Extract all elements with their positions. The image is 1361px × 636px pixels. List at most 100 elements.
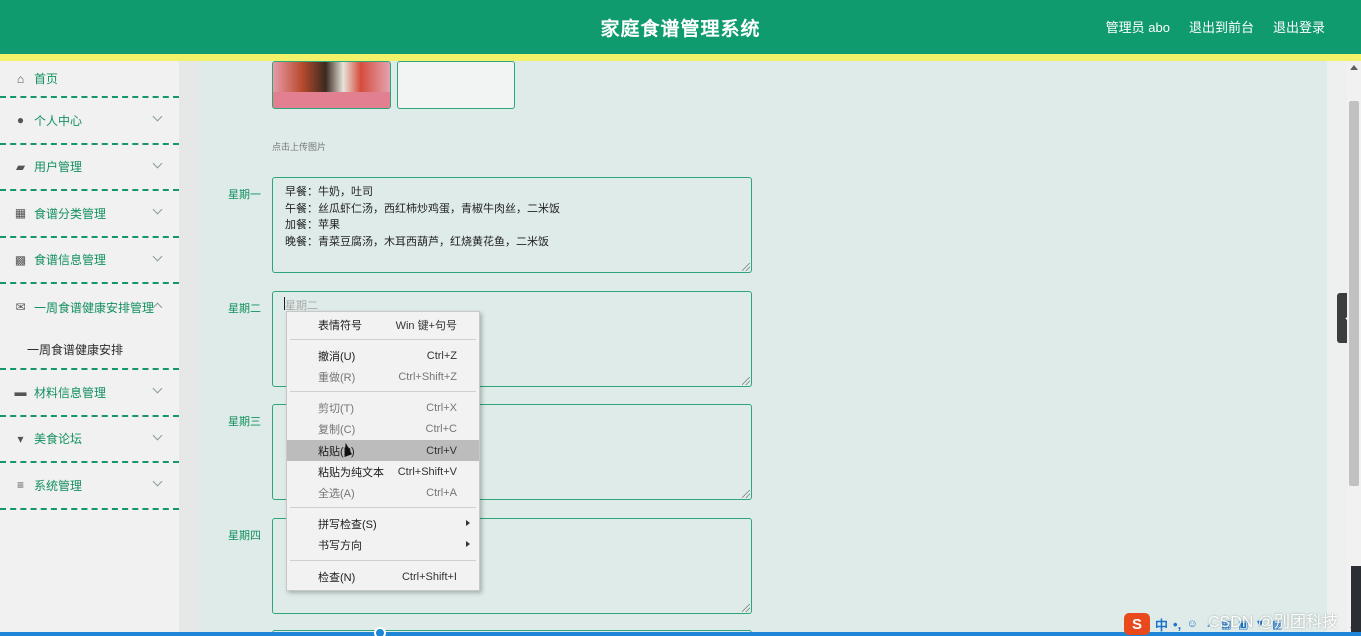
menu-item-label: 剪切(T): [318, 402, 355, 415]
menu-item-label: 复制(C): [318, 423, 356, 436]
submenu-arrow-icon: [466, 541, 470, 547]
menu-item-label: 检查(N): [318, 571, 356, 584]
menu-item-shortcut: Ctrl+C: [425, 422, 457, 435]
resize-handle[interactable]: [742, 490, 750, 498]
menu-item-shortcut: Win 键+句号: [395, 319, 457, 332]
sidebar-item-label: 个人中心: [34, 113, 83, 128]
sidebar-item-recipe-info[interactable]: ▩ 食谱信息管理: [0, 238, 179, 284]
menu-item-shortcut: Ctrl+A: [426, 486, 457, 499]
resize-handle[interactable]: [742, 604, 750, 612]
sidebar-item-label: 材料信息管理: [34, 385, 107, 400]
menu-item-label: 表情符号: [318, 319, 362, 332]
menu-item-shortcut: Ctrl+Shift+I: [401, 570, 457, 583]
menu-item-paste-plain[interactable]: 粘贴为纯文本 Ctrl+Shift+V: [287, 461, 479, 482]
menu-item-label: 书写方向: [318, 539, 362, 552]
text-caret: [284, 297, 285, 310]
upload-hint[interactable]: 点击上传图片: [272, 140, 326, 153]
sidebar-item-home[interactable]: ⌂ 首页: [0, 61, 179, 98]
monday-line: 早餐：牛奶，吐司: [285, 186, 373, 198]
menu-item-undo[interactable]: 撤消(U) Ctrl+Z: [287, 345, 479, 366]
menu-item-label: 撤消(U): [318, 350, 356, 363]
slider-handle[interactable]: [374, 627, 386, 636]
admin-user-link[interactable]: 管理员 abo: [1106, 17, 1170, 36]
user-icon: ●: [16, 113, 25, 128]
menu-separator: [290, 507, 476, 508]
day-label-tuesday: 星期二: [228, 303, 261, 315]
menu-item-redo[interactable]: 重做(R) Ctrl+Shift+Z: [287, 366, 479, 387]
chevron-down-icon: [152, 204, 163, 215]
chevron-down-icon: [152, 251, 163, 261]
ime-mode-toggle[interactable]: 中: [1155, 615, 1168, 634]
sidebar-subitem-weekly-plan[interactable]: 一周食谱健康安排: [0, 330, 179, 370]
resize-handle[interactable]: [742, 377, 750, 385]
day-label-wednesday: 星期三: [228, 416, 261, 428]
header-accent-stripe: [0, 54, 1361, 61]
scrollbar-thumb[interactable]: [1349, 101, 1359, 486]
menu-item-shortcut: Ctrl+Z: [426, 349, 457, 362]
sidebar-item-materials[interactable]: ▬ 材料信息管理: [0, 370, 179, 417]
sogou-ime-logo[interactable]: S: [1124, 613, 1150, 635]
briefcase-icon: ▬: [14, 385, 27, 400]
upload-image-slot[interactable]: [397, 61, 515, 109]
sign-icon: ▾: [17, 431, 24, 446]
chevron-down-icon: [152, 383, 163, 394]
monday-textarea[interactable]: 早餐：牛奶，吐司 午餐：丝瓜虾仁汤，西红柿炒鸡蛋，青椒牛肉丝，二米饭 加餐：苹果…: [272, 177, 752, 273]
menu-item-emoji[interactable]: 表情符号 Win 键+句号: [287, 314, 479, 335]
page-scrollbar[interactable]: [1347, 61, 1361, 636]
menu-item-inspect[interactable]: 检查(N) Ctrl+Shift+I: [287, 566, 479, 587]
day-label-thursday: 星期四: [228, 530, 261, 542]
back-to-front-link[interactable]: 退出到前台: [1189, 17, 1254, 36]
main-gutter: [179, 61, 199, 636]
menu-item-shortcut: Ctrl+Shift+Z: [398, 370, 457, 383]
resize-handle[interactable]: [742, 263, 750, 271]
apps-icon: ▩: [14, 252, 27, 267]
sidebar-item-label: 一周食谱健康安排管理: [34, 300, 155, 315]
monday-content: 早餐：牛奶，吐司 午餐：丝瓜虾仁汤，西红柿炒鸡蛋，青椒牛肉丝，二米饭 加餐：苹果…: [285, 184, 560, 250]
uploaded-food-image[interactable]: [272, 61, 391, 109]
list-icon: ≡: [16, 478, 24, 493]
menu-item-label: 重做(R): [318, 371, 356, 384]
chevron-down-icon: [152, 476, 163, 487]
ime-punct-toggle[interactable]: •,: [1173, 617, 1181, 632]
chevron-down-icon: [152, 111, 163, 122]
taskbar-edge: [1351, 566, 1361, 636]
sidebar-item-users[interactable]: ▰ 用户管理: [0, 145, 179, 191]
menu-item-cut[interactable]: 剪切(T) Ctrl+X: [287, 397, 479, 418]
menu-item-paste[interactable]: 粘贴(P) Ctrl+V: [287, 440, 479, 461]
menu-item-shortcut: Ctrl+Shift+V: [397, 465, 457, 478]
menu-item-writing-direction[interactable]: 书写方向: [287, 534, 479, 555]
day-label-monday: 星期一: [228, 189, 261, 201]
chevron-up-icon: [152, 302, 163, 313]
menu-item-copy[interactable]: 复制(C) Ctrl+C: [287, 418, 479, 439]
logout-link[interactable]: 退出登录: [1273, 17, 1325, 36]
menu-separator: [290, 560, 476, 561]
chevron-down-icon: [152, 158, 163, 168]
monday-line: 加餐：苹果: [285, 219, 340, 231]
monday-line: 午餐：丝瓜虾仁汤，西红柿炒鸡蛋，青椒牛肉丝，二米饭: [285, 202, 560, 215]
submenu-arrow-icon: [466, 520, 470, 526]
sidebar-item-label: 用户管理: [34, 160, 83, 175]
menu-separator: [290, 391, 476, 392]
sidebar-item-weekly-plan[interactable]: ✉ 一周食谱健康安排管理: [0, 284, 179, 330]
emoji-icon[interactable]: ☺: [1186, 618, 1198, 630]
grid-icon: ▦: [14, 206, 27, 221]
top-bar: 家庭食谱管理系统 管理员 abo 退出到前台 退出登录: [0, 0, 1361, 61]
menu-item-label: 全选(A): [318, 487, 355, 500]
monday-line: 晚餐：青菜豆腐汤，木耳西葫芦，红烧黄花鱼，二米饭: [285, 235, 549, 248]
menu-item-shortcut: Ctrl+X: [426, 401, 457, 414]
sidebar-item-recipe-category[interactable]: ▦ 食谱分类管理: [0, 191, 179, 238]
sidebar-item-forum[interactable]: ▾ 美食论坛: [0, 417, 179, 463]
sidebar-item-profile[interactable]: ● 个人中心: [0, 98, 179, 145]
sidebar-item-system[interactable]: ≡ 系统管理: [0, 463, 179, 510]
mail-icon: ✉: [15, 300, 26, 314]
sidebar-item-label: 系统管理: [34, 478, 83, 493]
users-icon: ▰: [15, 159, 26, 174]
chevron-down-icon: [152, 430, 163, 440]
scroll-up-icon[interactable]: [1350, 65, 1358, 70]
menu-item-spellcheck[interactable]: 拼写检查(S): [287, 513, 479, 534]
sidebar-item-label: 食谱分类管理: [34, 206, 107, 221]
sidebar-item-label: 食谱信息管理: [34, 253, 107, 268]
menu-item-select-all[interactable]: 全选(A) Ctrl+A: [287, 482, 479, 503]
menu-item-label: 粘贴为纯文本: [318, 466, 384, 479]
sidebar-item-label: 美食论坛: [34, 432, 83, 447]
